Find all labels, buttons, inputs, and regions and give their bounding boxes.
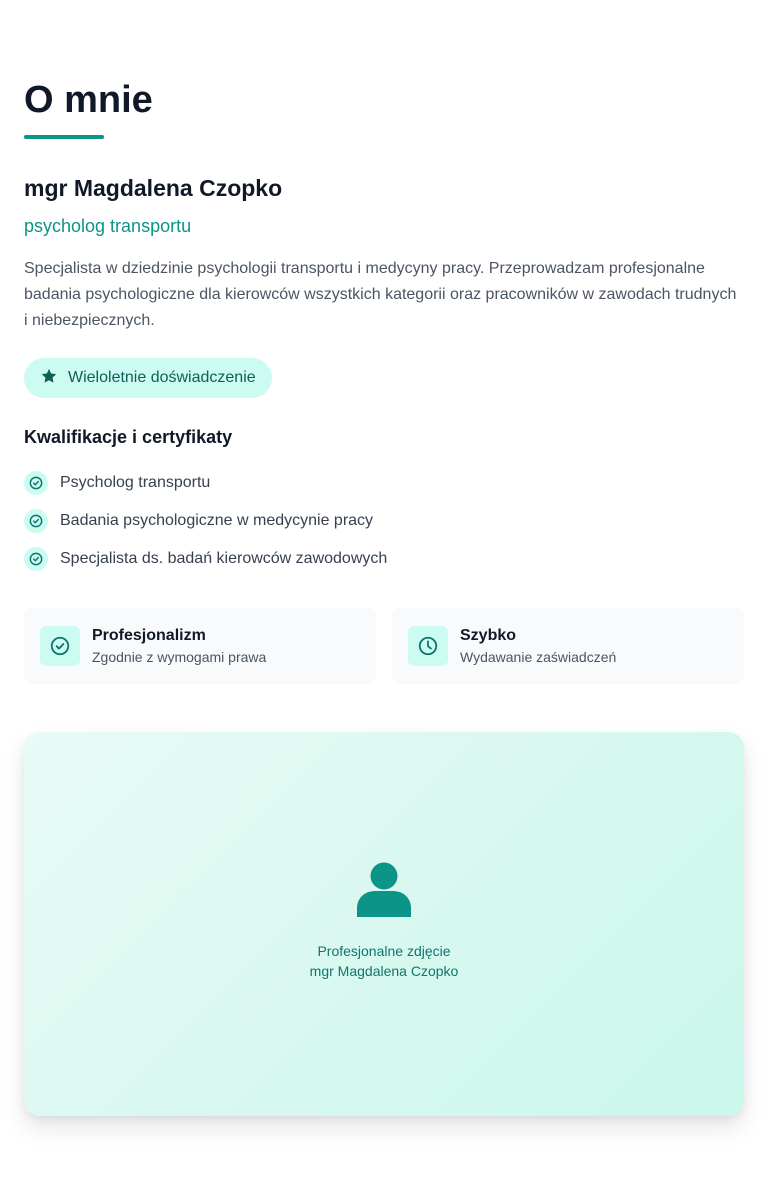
feature-subtitle: Wydawanie zaświadczeń [460,649,617,665]
person-name: mgr Magdalena Czopko [24,175,283,201]
person-description: Specjalista w dziedzinie psychologii tra… [24,260,737,329]
photo-placeholder: Profesjonalne zdjęcie mgr Magdalena Czop… [24,732,744,1116]
features-row: Profesjonalizm Zgodnie z wymogami prawa … [24,608,744,684]
feature-card-professionalism: Profesjonalizm Zgodnie z wymogami prawa [24,608,376,684]
clock-icon [408,626,448,666]
person-role: psycholog transportu [24,216,192,236]
qualifications-list: Psycholog transportu Badania psychologic… [24,464,744,578]
feature-title: Szybko [460,627,517,644]
list-item: Psycholog transportu [24,464,744,502]
check-circle-icon [24,471,48,495]
check-circle-icon [40,626,80,666]
user-icon [357,862,411,917]
qualification-label: Psycholog transportu [60,474,211,491]
feature-text: Profesjonalizm Zgodnie z wymogami prawa [92,625,266,667]
feature-title: Profesjonalizm [92,627,206,644]
check-circle-icon [24,509,48,533]
qualification-label: Badania psychologiczne w medycynie pracy [60,512,374,529]
feature-card-fast: Szybko Wydawanie zaświadczeń [392,608,744,684]
experience-badge: Wieloletnie doświadczenie [24,358,272,398]
badge-label: Wieloletnie doświadczenie [68,369,256,386]
feature-text: Szybko Wydawanie zaświadczeń [460,625,616,667]
about-section: O mnie mgr Magdalena Czopko psycholog tr… [0,0,768,1196]
feature-subtitle: Zgodnie z wymogami prawa [92,649,267,665]
list-item: Specjalista ds. badań kierowców zawodowy… [24,540,744,578]
qualifications-title: Kwalifikacje i certyfikaty [24,427,233,447]
title-underline [24,135,104,139]
photo-caption-name: mgr Magdalena Czopko [309,963,459,979]
qualification-label: Specjalista ds. badań kierowców zawodowy… [60,550,388,567]
photo-caption-title: Profesjonalne zdjęcie [317,943,451,959]
check-circle-icon [24,547,48,571]
list-item: Badania psychologiczne w medycynie pracy [24,502,744,540]
section-title: O mnie [24,79,153,121]
star-icon [40,367,58,390]
